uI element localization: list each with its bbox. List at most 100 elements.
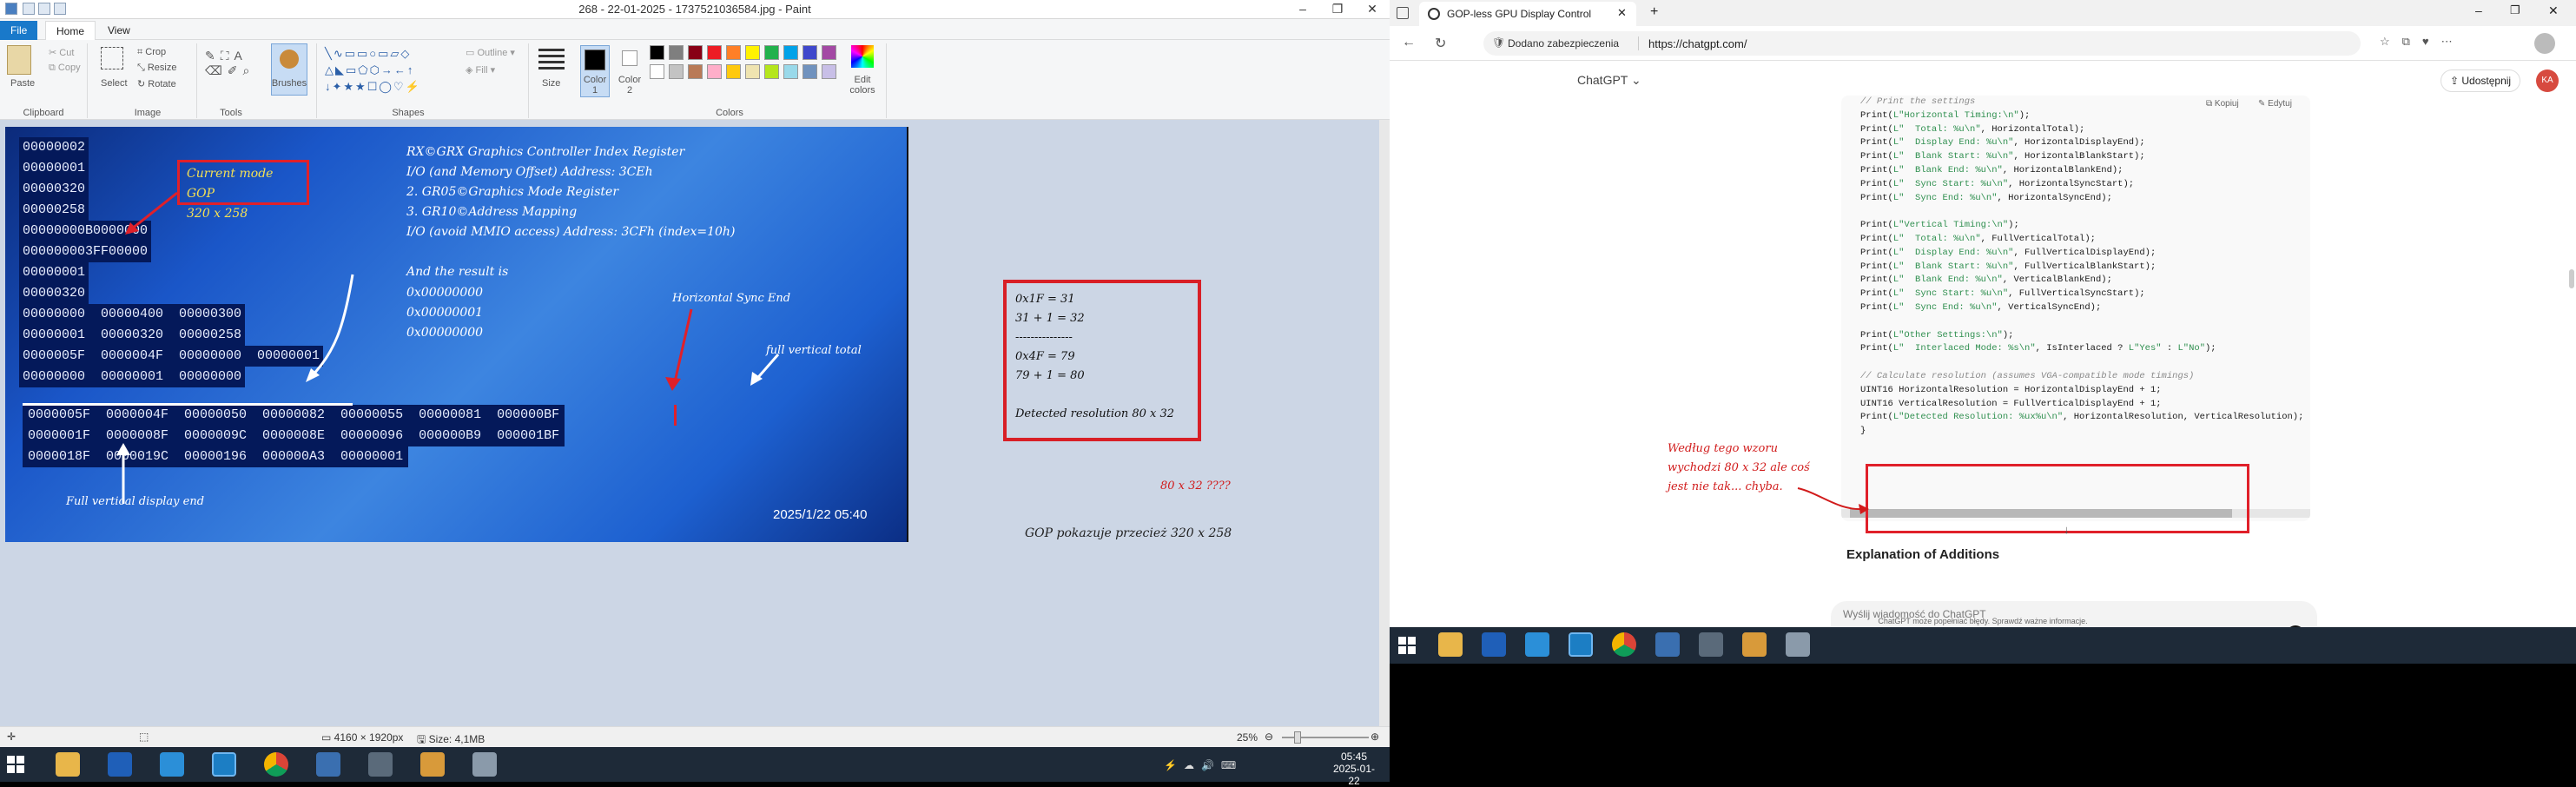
toolbar-icons[interactable]: ☆⧉♥⋯ bbox=[2380, 35, 2465, 49]
window-title: 268 - 22-01-2025 - 1737521036584.jpg - P… bbox=[578, 3, 811, 16]
paste-button[interactable]: Paste bbox=[10, 78, 35, 89]
model-selector[interactable]: ChatGPT ⌄ bbox=[1577, 73, 1641, 88]
store-icon[interactable] bbox=[1525, 632, 1549, 657]
palette-swatch[interactable] bbox=[803, 64, 817, 79]
color2-swatch[interactable] bbox=[622, 50, 637, 66]
outline-button[interactable]: ▭ Outline ▾ bbox=[466, 47, 515, 58]
app-icon[interactable] bbox=[1482, 632, 1506, 657]
code-token: Print( bbox=[1860, 137, 1893, 149]
palette-swatch[interactable] bbox=[803, 45, 817, 60]
palette-swatch[interactable] bbox=[783, 64, 798, 79]
start-button[interactable] bbox=[1398, 637, 1416, 654]
code-token: L" Display End: %u\n" bbox=[1892, 137, 2014, 149]
palette-swatch[interactable] bbox=[650, 64, 664, 79]
divider bbox=[316, 43, 317, 118]
shapes-gallery[interactable]: ╲∿▭▭○▭▱◇ △◣▭⬠⬡→←↑ ↓✦★★☐◯♡⚡ bbox=[325, 45, 455, 97]
app-icon[interactable] bbox=[108, 752, 132, 777]
python-icon[interactable] bbox=[1655, 632, 1680, 657]
paste-icon[interactable] bbox=[7, 45, 31, 75]
cut-button[interactable]: ✂ Cut bbox=[49, 47, 74, 58]
scroll-down-icon[interactable]: ↓ bbox=[2064, 523, 2070, 536]
group-colors: Colors bbox=[716, 108, 743, 118]
close-button[interactable]: ✕ bbox=[2548, 3, 2559, 18]
refresh-icon[interactable]: ↻ bbox=[1435, 35, 1446, 52]
palette-swatch[interactable] bbox=[707, 64, 722, 79]
select-button[interactable]: Select bbox=[101, 78, 128, 89]
palette-swatch[interactable] bbox=[822, 64, 836, 79]
crop-button[interactable]: ⌗ Crop bbox=[137, 47, 166, 58]
maximize-button[interactable]: ❐ bbox=[1320, 0, 1355, 19]
canvas-photo[interactable]: 00000002 00000001 00000320 00000258 00000000… bbox=[5, 127, 908, 542]
profile-avatar[interactable] bbox=[2534, 33, 2555, 54]
edit-colors-button[interactable]: Edit colors bbox=[848, 75, 877, 96]
user-avatar[interactable]: KA bbox=[2536, 69, 2559, 92]
url-bar[interactable]: 🛡 Dodano zabezpieczenia https://chatgpt.… bbox=[1483, 31, 2361, 56]
share-button[interactable]: ⇪ Udostępnij bbox=[2441, 69, 2521, 92]
palette-swatch[interactable] bbox=[745, 64, 760, 79]
resize-button[interactable]: ⤡ Resize bbox=[137, 63, 176, 74]
size-button[interactable]: Size bbox=[542, 78, 560, 89]
maximize-button[interactable]: ❐ bbox=[2510, 3, 2520, 17]
fill-button[interactable]: ◈ Fill ▾ bbox=[466, 64, 495, 76]
palette-swatch[interactable] bbox=[726, 64, 741, 79]
close-button[interactable]: ✕ bbox=[1355, 0, 1390, 19]
palette-swatch[interactable] bbox=[764, 45, 779, 60]
zoom-thumb[interactable] bbox=[1294, 731, 1301, 744]
network-icon[interactable] bbox=[1699, 632, 1723, 657]
palette-swatch[interactable] bbox=[688, 45, 703, 60]
palette-swatch[interactable] bbox=[822, 45, 836, 60]
browser-tab[interactable]: GOP-less GPU Display Control ✕ bbox=[1419, 2, 1636, 26]
zoom-out-button[interactable]: ⊖ bbox=[1265, 731, 1273, 743]
palette-swatch[interactable] bbox=[669, 45, 684, 60]
tab-home[interactable]: Home bbox=[45, 21, 96, 40]
edge-icon[interactable] bbox=[1569, 632, 1593, 657]
back-icon[interactable]: ← bbox=[1402, 35, 1416, 50]
media-icon[interactable] bbox=[420, 752, 445, 777]
palette-swatch[interactable] bbox=[783, 45, 798, 60]
vertical-scrollbar[interactable] bbox=[1379, 120, 1390, 726]
hex-line: 00000001 bbox=[19, 262, 89, 283]
tools-palette[interactable]: ✎⛶A ⌫✐⌕ bbox=[205, 49, 254, 78]
tab-actions-icon[interactable] bbox=[1397, 7, 1409, 19]
edit-colors-icon[interactable] bbox=[851, 45, 874, 68]
network-icon[interactable] bbox=[368, 752, 393, 777]
copy-button[interactable]: ⧉ Copy bbox=[49, 63, 81, 74]
palette-swatch[interactable] bbox=[726, 45, 741, 60]
tab-view[interactable]: View bbox=[97, 21, 141, 40]
start-button[interactable] bbox=[7, 756, 24, 773]
chrome-icon[interactable] bbox=[264, 752, 288, 777]
code-token: , HorizontalResolution, VerticalResoluti… bbox=[2063, 412, 2304, 423]
store-icon[interactable] bbox=[160, 752, 184, 777]
tab-close-icon[interactable]: ✕ bbox=[1617, 6, 1627, 20]
edge-window: GOP-less GPU Display Control ✕ + – ❐ ✕ ←… bbox=[1390, 0, 2576, 650]
code-token: L" Blank Start: %u\n" bbox=[1892, 151, 2014, 162]
zoom-in-button[interactable]: ⊕ bbox=[1371, 731, 1379, 743]
question-note: 80 x 32 ???? bbox=[1160, 479, 1231, 493]
paint-icon[interactable] bbox=[472, 752, 497, 777]
explorer-icon[interactable] bbox=[56, 752, 80, 777]
minimize-button[interactable]: – bbox=[1285, 0, 1320, 19]
code-token: , IsInterlaced ? bbox=[2035, 343, 2129, 354]
paint-icon[interactable] bbox=[1786, 632, 1810, 657]
edge-icon[interactable] bbox=[212, 752, 236, 777]
palette-swatch[interactable] bbox=[764, 64, 779, 79]
page-scrollbar[interactable] bbox=[2569, 269, 2574, 288]
size-icon[interactable] bbox=[538, 49, 565, 71]
code-token: , HorizontalBlankStart); bbox=[2013, 151, 2145, 162]
minimize-button[interactable]: – bbox=[2475, 3, 2482, 17]
palette-swatch[interactable] bbox=[745, 45, 760, 60]
palette-swatch[interactable] bbox=[707, 45, 722, 60]
explorer-icon[interactable] bbox=[1438, 632, 1463, 657]
chrome-icon[interactable] bbox=[1612, 632, 1636, 657]
palette-swatch[interactable] bbox=[669, 64, 684, 79]
new-tab-button[interactable]: + bbox=[1650, 4, 1658, 20]
select-icon[interactable] bbox=[101, 47, 123, 69]
tray-icons[interactable]: ⚡☁🔊⌨ bbox=[1164, 759, 1243, 771]
white-arrow bbox=[307, 274, 354, 380]
python-icon[interactable] bbox=[316, 752, 340, 777]
tab-file[interactable]: File bbox=[0, 21, 38, 40]
palette-swatch[interactable] bbox=[688, 64, 703, 79]
rotate-button[interactable]: ↻ Rotate bbox=[137, 78, 176, 89]
palette-swatch[interactable] bbox=[650, 45, 664, 60]
media-icon[interactable] bbox=[1742, 632, 1767, 657]
